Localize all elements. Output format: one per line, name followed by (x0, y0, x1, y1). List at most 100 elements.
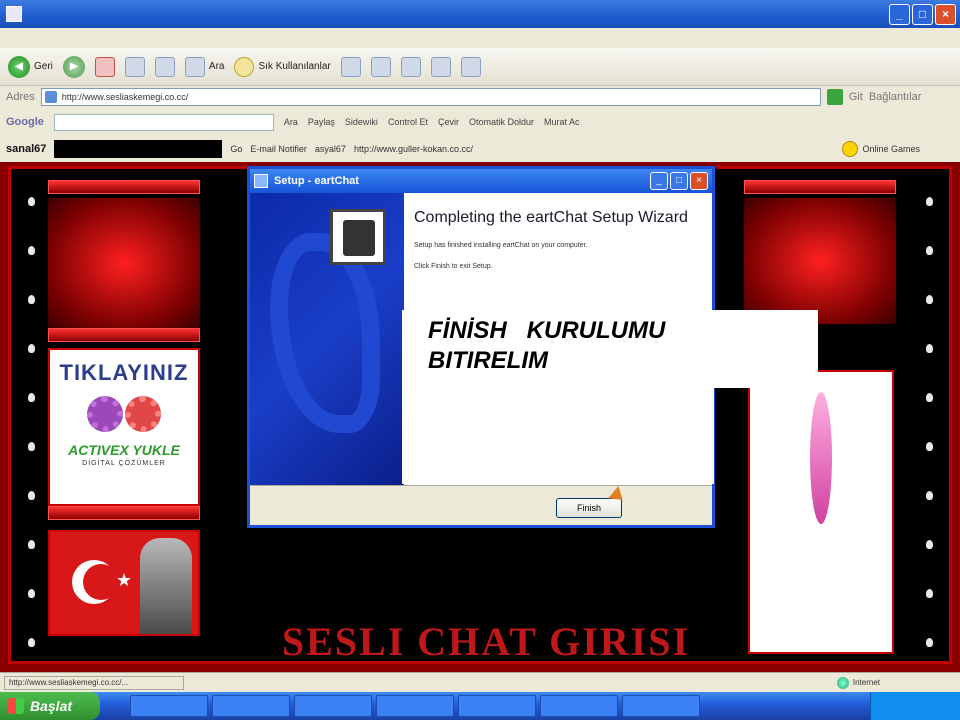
ie-icon (6, 6, 22, 22)
dialog-close-button[interactable]: × (690, 172, 708, 190)
wizard-side-image (250, 193, 404, 485)
wizard-heading: Completing the eartChat Setup Wizard (414, 209, 688, 226)
email-notifier-button[interactable]: E-mail Notifier (250, 144, 307, 154)
setup-icon-small (254, 174, 268, 188)
banner-caption: DİGİTAL ÇÖZÜMLER (82, 460, 166, 467)
back-button[interactable]: ◀ Geri (8, 55, 53, 78)
pink-oval-graphic (810, 392, 832, 524)
address-bar: Adres http://www.sesliaskemegi.co.cc/ Gi… (0, 86, 960, 108)
taskbar-item[interactable] (294, 695, 372, 717)
smiley-icon (842, 141, 859, 157)
stop-icon[interactable] (94, 56, 115, 77)
turkish-flag-image: ★ (48, 530, 200, 636)
gears-icon (50, 396, 198, 432)
toolbar-user-label[interactable]: asyal67 (315, 144, 346, 154)
taskbar-item[interactable] (376, 695, 454, 717)
tutorial-overlay-extension (402, 388, 714, 484)
toolbar-url-link[interactable]: http://www.guller-kokan.co.cc/ (354, 144, 473, 154)
toolbar-search-field[interactable] (54, 140, 223, 158)
back-label: Geri (34, 61, 53, 72)
start-button[interactable]: Başlat (0, 692, 100, 720)
control-button[interactable]: Control Et (388, 117, 428, 127)
back-arrow-icon: ◀ (8, 55, 30, 78)
activex-banner[interactable]: TIKLAYINIZ ACTIVEX YUKLE DİGİTAL ÇÖZÜMLE… (48, 348, 200, 506)
right-decor-strip (919, 187, 939, 657)
toolbar-username: sanal67 (6, 143, 47, 155)
taskbar-item[interactable] (458, 695, 536, 717)
address-input[interactable]: http://www.sesliaskemegi.co.cc/ (40, 88, 821, 106)
right-panel-header (744, 180, 896, 194)
google-search-button[interactable]: Ara (284, 117, 298, 127)
computer-setup-icon (330, 209, 386, 265)
dialog-window-controls: _ □ × (650, 172, 708, 190)
search-icon (184, 56, 205, 77)
close-button[interactable]: × (935, 4, 956, 25)
share-button[interactable]: Paylaş (308, 117, 335, 127)
print-icon[interactable] (400, 56, 421, 77)
taskbar-item[interactable] (540, 695, 618, 717)
autofill-button[interactable]: Otomatik Doldur (469, 117, 534, 127)
globe-icon (836, 676, 849, 689)
history-icon[interactable] (340, 56, 361, 77)
search-button[interactable]: Ara (184, 56, 225, 77)
favorites-label: Sık Kullanılanlar (258, 61, 331, 72)
address-label: Adres (6, 91, 35, 103)
maximize-button[interactable]: □ (912, 4, 933, 25)
menu-panel (48, 198, 200, 328)
forward-button[interactable]: ▶ (62, 55, 85, 78)
banner-subtitle: ACTIVEX YUKLE (68, 442, 180, 458)
taskbar-item[interactable] (130, 695, 208, 717)
online-games-label: Online Games (862, 144, 920, 154)
right-panel (744, 180, 896, 324)
wizard-button-bar: Finish (250, 485, 712, 525)
home-icon[interactable] (154, 56, 175, 77)
dialog-maximize-button[interactable]: □ (670, 172, 688, 190)
google-logo: Google (6, 116, 44, 128)
star-icon (234, 56, 255, 77)
pink-banner[interactable] (748, 370, 894, 654)
windows-logo-icon (8, 698, 24, 714)
banner-title: TIKLAYINIZ (59, 360, 189, 385)
user-toolbar: sanal67 Go E-mail Notifier asyal67 http:… (0, 138, 960, 160)
zone-indicator: Internet (836, 676, 880, 689)
start-label: Başlat (30, 698, 73, 714)
left-panel: TIKLAYINIZ ACTIVEX YUKLE DİGİTAL ÇÖZÜMLE… (48, 180, 200, 636)
nav-toolbar: ◀ Geri ▶ Ara Sık Kullanılanlar (0, 48, 960, 86)
google-search-input[interactable] (53, 113, 274, 131)
menu-panel-header (48, 180, 200, 194)
minimize-button[interactable]: _ (889, 4, 910, 25)
forward-arrow-icon: ▶ (62, 55, 85, 78)
page-icon (44, 91, 57, 103)
dialog-title: Setup - eartChat (274, 175, 359, 187)
status-bar: http://www.sesliaskemegi.co.cc/... Inter… (0, 672, 960, 692)
search-label: Ara (208, 61, 225, 72)
online-games-button[interactable]: Online Games (842, 141, 920, 157)
left-decor-strip (21, 187, 41, 657)
go-icon[interactable] (826, 89, 843, 105)
tutorial-overlay: FİNİSH KURULUMU BITIRELIM (402, 310, 818, 388)
right-menu-panel (744, 198, 896, 324)
taskbar-item[interactable] (622, 695, 700, 717)
flag-panel-header (48, 506, 200, 520)
go-label[interactable]: Git (849, 91, 863, 103)
sidewiki-button[interactable]: Sidewiki (345, 117, 378, 127)
dialog-minimize-button[interactable]: _ (650, 172, 668, 190)
translate-button[interactable]: Çevir (438, 117, 459, 127)
links-label[interactable]: Bağlantılar (869, 91, 922, 103)
status-url: http://www.sesliaskemegi.co.cc/... (4, 675, 184, 690)
mail-icon[interactable] (370, 56, 391, 77)
system-tray (870, 692, 960, 720)
dialog-titlebar: Setup - eartChat (250, 169, 712, 193)
messenger-icon[interactable] (460, 56, 481, 77)
toolbar-go-button[interactable]: Go (230, 144, 242, 154)
favorites-button[interactable]: Sık Kullanılanlar (234, 56, 331, 77)
taskbar: Başlat (0, 692, 960, 720)
taskbar-item[interactable] (212, 695, 290, 717)
refresh-icon[interactable] (124, 56, 145, 77)
overlay-text: FİNİSH KURULUMU BITIRELIM (428, 317, 666, 374)
google-toolbar: Google Ara Paylaş Sidewiki Control Et Çe… (0, 110, 960, 134)
edit-icon[interactable] (430, 56, 451, 77)
google-user[interactable]: Murat Ac (544, 117, 580, 127)
menu-bar (0, 28, 960, 48)
address-value: http://www.sesliaskemegi.co.cc/ (61, 92, 189, 102)
